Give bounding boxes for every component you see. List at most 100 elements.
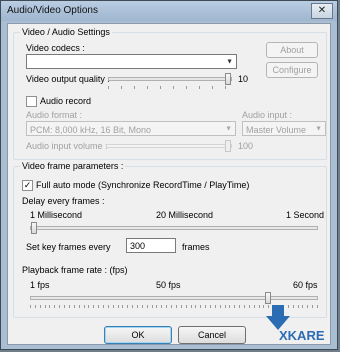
video-quality-ticks — [108, 86, 232, 89]
fps-tick — [118, 305, 119, 308]
fps-tick — [176, 305, 177, 308]
audio-format-label: Audio format : — [26, 110, 83, 120]
fps-tick — [229, 305, 230, 308]
playback-label: Playback frame rate : (fps) — [22, 265, 128, 275]
fps-tick — [122, 305, 123, 308]
full-auto-checkbox[interactable]: ✓ — [22, 180, 33, 191]
audio-record-checkbox[interactable] — [26, 96, 37, 107]
fps-tick — [244, 305, 245, 308]
fps-tick — [142, 305, 143, 308]
keyframes-label: Set key frames every — [26, 242, 111, 252]
fps-tick — [210, 305, 211, 308]
xkare-logo: XKARE — [265, 303, 327, 343]
keyframes-value: 300 — [130, 241, 146, 251]
fps-mid-label: 50 fps — [156, 280, 181, 290]
video-codecs-select[interactable]: ▼ — [26, 54, 237, 69]
audio-input-value: Master Volume — [246, 125, 307, 135]
keyframes-input[interactable]: 300 — [126, 238, 176, 253]
fps-tick — [220, 305, 221, 308]
fps-tick — [35, 305, 36, 308]
fps-tick — [137, 305, 138, 308]
fps-min-label: 1 fps — [30, 280, 50, 290]
fps-tick — [254, 305, 255, 308]
title-bar[interactable]: Audio/Video Options ✕ — [1, 1, 337, 21]
checkmark-icon: ✓ — [23, 180, 32, 190]
delay-min-label: 1 Millisecond — [30, 210, 83, 220]
fps-tick — [156, 305, 157, 308]
fps-tick — [147, 305, 148, 308]
fps-tick — [215, 305, 216, 308]
chevron-down-icon: ▼ — [225, 125, 232, 132]
fps-tick — [45, 305, 46, 308]
fps-tick — [84, 305, 85, 308]
audio-format-value: PCM: 8,000 kHz, 16 Bit, Mono — [30, 125, 152, 135]
configure-button[interactable]: Configure — [266, 62, 318, 78]
chevron-down-icon: ▼ — [226, 58, 233, 65]
fps-tick — [191, 305, 192, 308]
fps-tick — [205, 305, 206, 308]
fps-tick — [186, 305, 187, 308]
keyframes-unit-label: frames — [182, 242, 210, 252]
options-dialog: Audio/Video Options ✕ Video / Audio Sett… — [0, 0, 338, 350]
audio-input-label: Audio input : — [242, 110, 293, 120]
audio-record-label: Audio record — [40, 96, 92, 106]
fps-tick — [98, 305, 99, 308]
fps-tick — [64, 305, 65, 308]
dialog-body: Video / Audio Settings Video codecs : ▼ … — [7, 23, 331, 345]
fps-tick — [54, 305, 55, 308]
fps-tick — [88, 305, 89, 308]
fps-tick — [181, 305, 182, 308]
av-settings-legend: Video / Audio Settings — [20, 27, 112, 37]
full-auto-label: Full auto mode (Synchronize RecordTime /… — [36, 180, 250, 190]
fps-tick — [103, 305, 104, 308]
video-quality-slider[interactable] — [108, 73, 232, 85]
fps-tick — [161, 305, 162, 308]
fps-tick — [79, 305, 80, 308]
fps-tick — [200, 305, 201, 308]
fps-tick — [132, 305, 133, 308]
delay-slider-thumb[interactable] — [31, 222, 37, 234]
fps-tick — [152, 305, 153, 308]
fps-tick — [113, 305, 114, 308]
fps-slider[interactable] — [30, 292, 318, 304]
fps-tick — [74, 305, 75, 308]
window-title: Audio/Video Options — [7, 5, 98, 16]
fps-tick — [93, 305, 94, 308]
fps-tick — [234, 305, 235, 308]
chevron-down-icon: ▼ — [315, 125, 322, 132]
cancel-button[interactable]: Cancel — [178, 326, 246, 344]
fps-tick — [69, 305, 70, 308]
fps-tick — [49, 305, 50, 308]
video-quality-value: 10 — [238, 74, 249, 84]
audio-input-volume-slider-thumb[interactable] — [225, 140, 231, 152]
fps-tick — [259, 305, 260, 308]
audio-input-select[interactable]: Master Volume ▼ — [242, 121, 326, 136]
fps-tick — [239, 305, 240, 308]
logo-text: XKARE — [279, 328, 325, 343]
delay-max-label: 1 Second — [286, 210, 325, 220]
audio-format-select[interactable]: PCM: 8,000 kHz, 16 Bit, Mono ▼ — [26, 121, 236, 136]
about-button[interactable]: About — [266, 42, 318, 58]
fps-max-label: 60 fps — [293, 280, 318, 290]
audio-input-volume-value: 100 — [238, 141, 254, 151]
fps-tick — [195, 305, 196, 308]
video-quality-slider-thumb[interactable] — [225, 73, 231, 85]
fps-tick — [59, 305, 60, 308]
fps-tick — [127, 305, 128, 308]
download-arrow-icon: XKARE — [266, 305, 325, 343]
video-codecs-label: Video codecs : — [26, 43, 85, 53]
ok-button[interactable]: OK — [104, 326, 172, 344]
fps-tick — [249, 305, 250, 308]
delay-mid-label: 20 Millisecond — [156, 210, 214, 220]
audio-input-volume-slider[interactable] — [106, 140, 232, 152]
close-button[interactable]: ✕ — [311, 3, 333, 19]
fps-tick — [171, 305, 172, 308]
audio-input-volume-label: Audio input volume : — [26, 141, 108, 151]
fps-tick — [263, 305, 264, 308]
fps-tick — [30, 305, 31, 308]
frame-params-legend: Video frame parameters : — [20, 161, 126, 171]
fps-tick — [40, 305, 41, 308]
delay-slider[interactable] — [30, 222, 318, 234]
video-quality-label: Video output quality : — [26, 74, 110, 84]
fps-tick — [225, 305, 226, 308]
